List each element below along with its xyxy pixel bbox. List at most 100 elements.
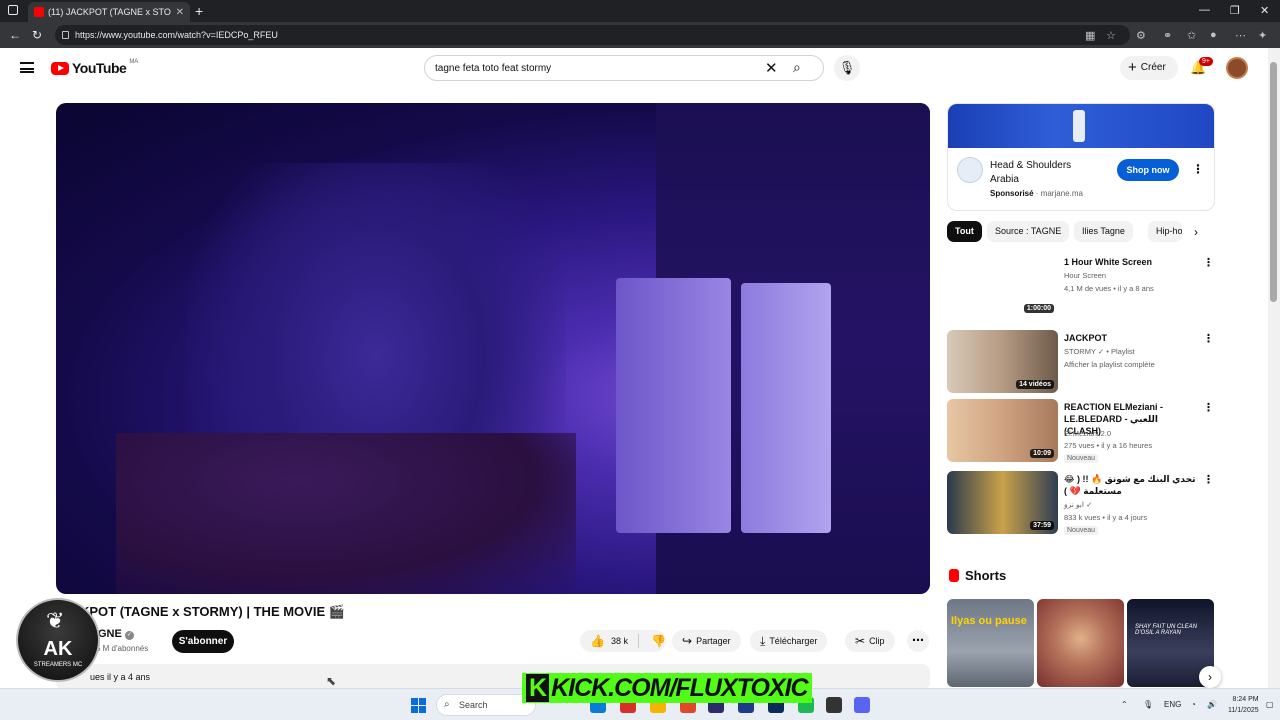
clock-time: 8:24 PM: [1232, 696, 1259, 703]
collections-icon[interactable]: ⚭: [1163, 29, 1172, 42]
shop-now-button[interactable]: Shop now: [1117, 159, 1179, 181]
new-tab-icon[interactable]: +: [195, 3, 203, 19]
page-scrollbar[interactable]: [1268, 48, 1280, 688]
video-options-icon[interactable]: ⋮: [1203, 473, 1214, 486]
favorite-star-icon[interactable]: ☆: [1106, 29, 1116, 42]
clear-search-icon[interactable]: ✕: [765, 59, 778, 77]
playlist-thumbnail[interactable]: 14 vidéos: [947, 330, 1058, 393]
windows-start-icon[interactable]: [411, 698, 426, 713]
advertiser-name[interactable]: Head & Shoulders Arabia: [990, 159, 1100, 187]
short-thumbnail[interactable]: [1037, 599, 1124, 687]
reload-icon[interactable]: ↻: [32, 28, 42, 42]
close-tab-icon[interactable]: ✕: [176, 7, 184, 18]
video-thumbnail[interactable]: 37:59: [947, 471, 1058, 534]
restore-icon[interactable]: ❐: [1230, 4, 1240, 17]
short-thumbnail[interactable]: Ilyas ou pause: [947, 599, 1034, 687]
plus-icon: +: [1128, 59, 1137, 76]
sponsored-label: Sponsorisé: [990, 189, 1034, 198]
sponsored-ad[interactable]: Head & Shoulders Arabia Sponsorisé · mar…: [947, 103, 1215, 211]
clip-button[interactable]: ✂ Clip: [845, 630, 895, 652]
back-icon[interactable]: ←: [9, 28, 21, 42]
discord-app-icon[interactable]: [854, 697, 870, 713]
video-title[interactable]: 😂 تحدي البنك مع شونق 🔥 !! ( مستعلمة 💔 ): [1064, 473, 1196, 497]
taskbar-search[interactable]: ⌕ Search: [436, 694, 536, 716]
browser-tab[interactable]: (11) JACKPOT (TAGNE x STO ✕: [28, 2, 190, 22]
video-options-icon[interactable]: ⋮: [1203, 256, 1214, 269]
search-input[interactable]: tagne feta toto feat stormy ✕ ⌕: [424, 55, 824, 81]
logo-country: MA: [129, 59, 139, 65]
list-item[interactable]: 10:09 REACTION ELMeziani - LE.BLEDARD - …: [947, 399, 1215, 463]
kick-overlay-text: KICK.COM/FLUXTOXIC: [551, 674, 809, 702]
tray-chevron-icon[interactable]: ⌃: [1121, 700, 1128, 709]
more-actions-icon[interactable]: ⋯: [907, 630, 929, 652]
video-title[interactable]: 1 Hour White Screen: [1064, 256, 1196, 268]
scrollbar-thumb[interactable]: [1270, 62, 1277, 302]
shorts-next-icon[interactable]: ›: [1199, 666, 1221, 688]
tab-actions-icon[interactable]: [8, 5, 18, 15]
chip-ilies-tagne[interactable]: Ilies Tagne: [1074, 221, 1133, 242]
tab-title: (11) JACKPOT (TAGNE x STO: [48, 7, 171, 17]
copilot-icon[interactable]: ✦: [1258, 29, 1267, 42]
chevron-right-icon[interactable]: ›: [1194, 225, 1198, 239]
avatar[interactable]: [1226, 57, 1248, 79]
reader-icon[interactable]: ▦: [1085, 29, 1095, 42]
list-item[interactable]: 14 vidéos JACKPOT STORMY ✓ • Playlist Af…: [947, 330, 1215, 394]
channel-name[interactable]: ابو نزو ✓: [1064, 500, 1092, 509]
view-full-playlist-link[interactable]: Afficher la playlist complète: [1064, 360, 1155, 369]
close-window-icon[interactable]: ✕: [1260, 4, 1269, 17]
chip-source-tagne[interactable]: Source : TAGNE: [987, 221, 1070, 242]
share-button[interactable]: ↪ Partager: [672, 630, 741, 652]
mic-tray-icon[interactable]: 🎙: [1143, 700, 1153, 709]
download-button[interactable]: ⤓ Télécharger: [750, 630, 828, 652]
microphone-icon[interactable]: 🎙: [834, 55, 860, 81]
channel-name[interactable]: STORMY ✓ • Playlist: [1064, 347, 1135, 356]
like-button[interactable]: 👍 38 k: [580, 630, 634, 652]
search-icon[interactable]: ⌕: [793, 59, 801, 76]
video-thumbnail[interactable]: 1:00:00: [947, 254, 1058, 317]
ad-domain: marjane.ma: [1040, 189, 1083, 198]
share-label: Partager: [696, 636, 731, 646]
url-text: https://www.youtube.com/watch?v=IEDCPo_R…: [75, 30, 278, 40]
menu-icon[interactable]: [20, 62, 34, 73]
short-caption: SHAY FAIT UN CLEAN D'OSIL A RAYAN: [1135, 624, 1198, 636]
channel-name[interactable]: El.Meziani 2.0: [1064, 429, 1111, 438]
notification-center-icon[interactable]: ▢: [1266, 700, 1274, 709]
youtube-favicon-icon: [34, 7, 44, 17]
list-item[interactable]: 1:00:00 1 Hour White Screen Hour Screen …: [947, 254, 1215, 318]
address-bar-row: ← ↻ https://www.youtube.com/watch?v=IEDC…: [0, 22, 1280, 48]
chip-hip-hop[interactable]: Hip-hop: [1148, 221, 1182, 242]
favorites-icon[interactable]: ✩: [1187, 29, 1196, 42]
youtube-logo[interactable]: YouTube MA: [51, 59, 139, 76]
video-options-icon[interactable]: ⋮: [1203, 332, 1214, 345]
video-player[interactable]: [56, 103, 930, 594]
app-icon[interactable]: [826, 697, 842, 713]
shampoo-bottle-image: [1073, 110, 1085, 142]
address-bar[interactable]: https://www.youtube.com/watch?v=IEDCPo_R…: [55, 25, 1130, 45]
mouse-cursor-icon: ⬉: [326, 674, 337, 688]
subscribe-button[interactable]: S'abonner: [172, 630, 234, 653]
playlist-title[interactable]: JACKPOT: [1064, 332, 1196, 344]
volume-icon[interactable]: 🔊: [1207, 700, 1217, 709]
system-clock[interactable]: 8:24 PM 11/1/2025: [1228, 694, 1259, 716]
extensions-icon[interactable]: ⚙: [1136, 29, 1146, 42]
video-meta: 4,1 M de vues • il y a 8 ans: [1064, 284, 1154, 293]
share-icon: ↪: [682, 634, 693, 648]
profile-icon[interactable]: ●: [1210, 29, 1217, 41]
create-button[interactable]: + Créer: [1120, 56, 1178, 80]
video-thumbnail[interactable]: 10:09: [947, 399, 1058, 462]
scissors-icon: ✂: [855, 634, 866, 648]
minimize-icon[interactable]: —: [1199, 4, 1210, 16]
ad-banner-image[interactable]: [948, 104, 1214, 148]
taskbar-search-label: Search: [459, 700, 488, 710]
chip-all[interactable]: Tout: [947, 221, 982, 242]
thumbs-up-icon: 👍: [590, 634, 605, 648]
ad-options-icon[interactable]: ⋮: [1192, 162, 1204, 176]
channel-name[interactable]: Hour Screen: [1064, 271, 1106, 280]
language-indicator[interactable]: ENG: [1164, 700, 1181, 709]
video-options-icon[interactable]: ⋮: [1203, 401, 1214, 414]
dislike-button[interactable]: 👎: [643, 630, 666, 652]
more-menu-icon[interactable]: ⋯: [1235, 29, 1246, 42]
kick-overlay-banner: K KICK.COM/FLUXTOXIC: [522, 673, 812, 703]
wifi-icon[interactable]: ◔: [1191, 700, 1196, 709]
list-item[interactable]: 37:59 😂 تحدي البنك مع شونق 🔥 !! ( مستعلم…: [947, 471, 1215, 535]
